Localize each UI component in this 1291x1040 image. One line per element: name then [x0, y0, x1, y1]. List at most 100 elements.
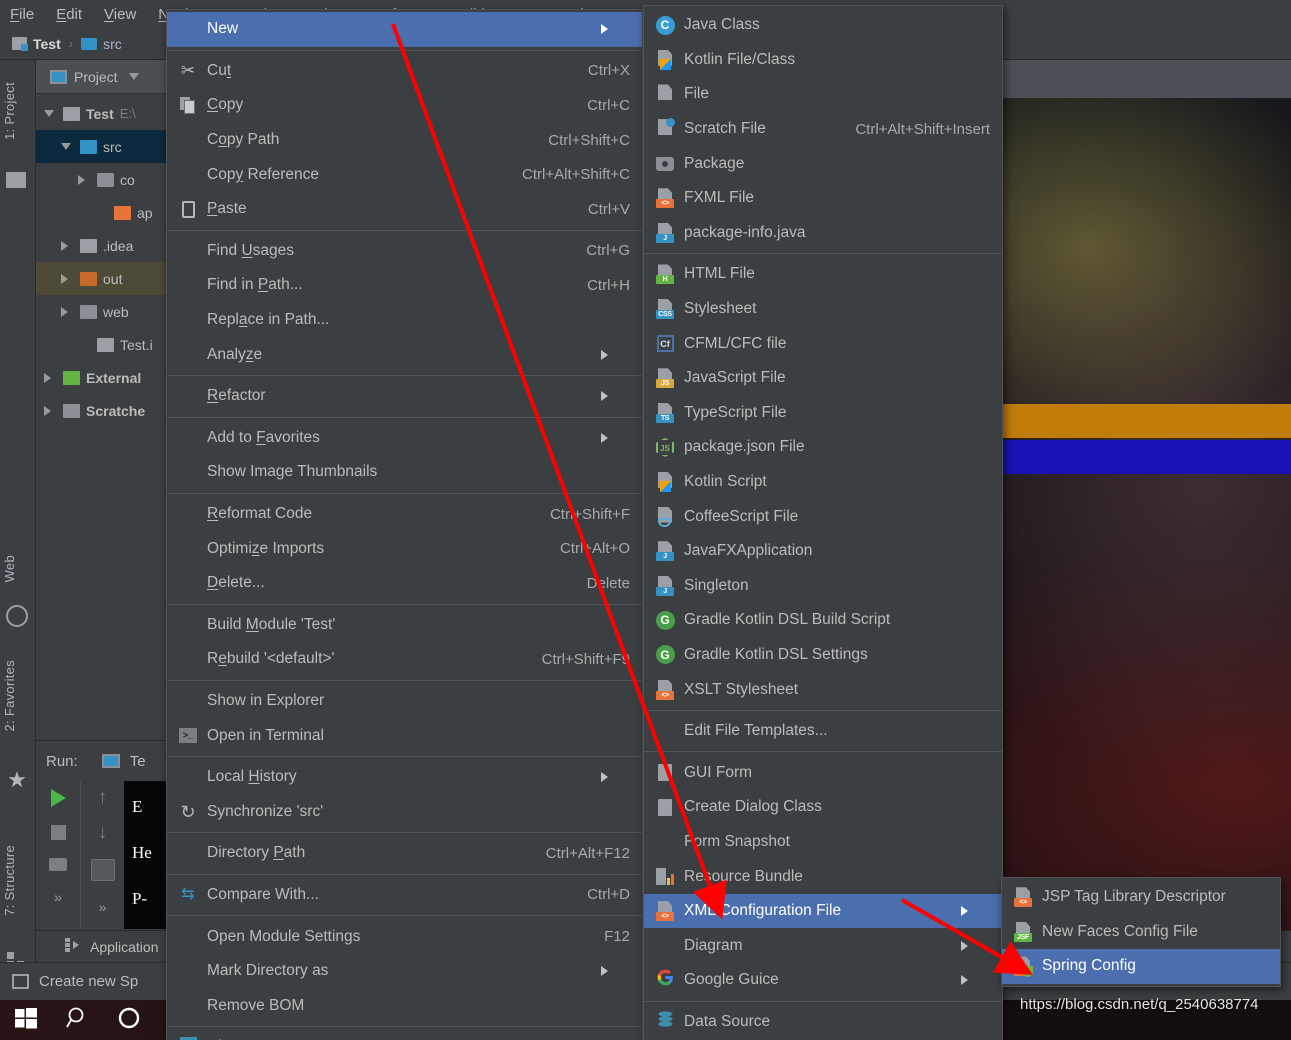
menu-item-copy-reference[interactable]: Copy Reference Ctrl+Alt+Shift+C	[167, 157, 642, 192]
menubar-item-file[interactable]: File	[10, 6, 34, 23]
menu-item-package-info-java[interactable]: Jpackage-info.java	[644, 216, 1002, 251]
more-icon[interactable]: »	[54, 889, 62, 905]
menu-item-directory-path[interactable]: Directory Path Ctrl+Alt+F12	[167, 836, 642, 871]
menu-item-local-history[interactable]: Local History	[167, 760, 642, 795]
menu-item-xslt-stylesheet[interactable]: <> XSLT Stylesheet	[644, 672, 1002, 707]
xml-configuration-submenu[interactable]: <> JSP Tag Library Descriptor JSF New Faces…	[1001, 877, 1281, 987]
soft-wrap-icon[interactable]	[90, 859, 115, 881]
breadcrumb-folder[interactable]: src	[81, 36, 122, 52]
tree-toggle[interactable]	[61, 306, 77, 317]
menu-item-singleton[interactable]: J Singleton	[644, 569, 1002, 604]
strip-label-web[interactable]: Web	[2, 555, 17, 582]
menu-item-form-snapshot[interactable]: Form Snapshot	[644, 825, 1002, 860]
menu-item-new-faces-config-file[interactable]: JSF New Faces Config File	[1002, 915, 1280, 950]
menu-item-reformat-code[interactable]: Reformat Code Ctrl+Shift+F	[167, 497, 642, 532]
tree-toggle[interactable]	[44, 110, 60, 117]
project-panel-header[interactable]: Project	[36, 60, 167, 94]
menu-item-coffeescript-file[interactable]: CoffeeScript File	[644, 499, 1002, 534]
tree-node-src[interactable]: src	[36, 130, 167, 163]
chevron-down-icon[interactable]	[128, 73, 139, 80]
arrow-down-icon[interactable]: ↓	[98, 823, 108, 842]
tool-window-strip[interactable]: 1: Project Web 2: Favorites ★ 7: Structu…	[0, 60, 36, 1022]
menu-item-open-module-settings[interactable]: Open Module Settings F12	[167, 919, 642, 954]
globe-icon[interactable]	[6, 605, 28, 627]
menubar-item-edit[interactable]: Edit	[56, 6, 82, 23]
project-folder-icon[interactable]	[6, 172, 26, 188]
tree-node-out[interactable]: out	[36, 262, 167, 295]
menu-item-cut[interactable]: ✂ Cut Ctrl+X	[167, 54, 642, 89]
menu-item-spring-config[interactable]: < Spring Config	[1002, 949, 1280, 984]
menu-item-build-module-test[interactable]: Build Module 'Test'	[167, 608, 642, 643]
menu-item-html-file[interactable]: H HTML File	[644, 257, 1002, 292]
menu-item-create-dialog-class[interactable]: Create Dialog Class	[644, 790, 1002, 825]
tree-toggle[interactable]	[44, 372, 60, 383]
project-tree[interactable]: Test E:\ src co ap .idea out web Test.i External S…	[36, 94, 167, 427]
menu-item-edit-file-templates[interactable]: Edit File Templates...	[644, 714, 1002, 749]
tree-node-web[interactable]: web	[36, 295, 167, 328]
menu-item-typescript-file[interactable]: TS TypeScript File	[644, 396, 1002, 431]
menu-item-gradle-kotlin-dsl-settings[interactable]: G Gradle Kotlin DSL Settings	[644, 638, 1002, 673]
menu-item-google-guice[interactable]: Google Guice	[644, 963, 1002, 998]
run-toolbar-left[interactable]: »	[36, 781, 80, 929]
menu-item-show-in-explorer[interactable]: Show in Explorer	[167, 684, 642, 719]
cortana-icon[interactable]	[116, 1005, 142, 1036]
menu-item-data-source[interactable]: Data Source	[644, 1005, 1002, 1040]
menu-item-copy-path[interactable]: Copy Path Ctrl+Shift+C	[167, 123, 642, 158]
run-panel-body[interactable]: » ↑ ↓ » E He P-	[36, 781, 167, 929]
tree-toggle[interactable]	[61, 273, 77, 284]
camera-icon[interactable]	[49, 858, 67, 871]
menu-item-stylesheet[interactable]: CSS Stylesheet	[644, 292, 1002, 327]
menu-item-xml-configuration-file[interactable]: <> XML Configuration File	[644, 893, 1002, 929]
tree-toggle[interactable]	[44, 405, 60, 416]
breadcrumb-project[interactable]: Test	[12, 36, 61, 52]
tree-toggle[interactable]	[61, 143, 77, 150]
menu-item-resource-bundle[interactable]: Resource Bundle	[644, 859, 1002, 894]
menu-item-replace-in-path[interactable]: Replace in Path...	[167, 303, 642, 338]
run-toolbar-right[interactable]: ↑ ↓ »	[80, 781, 124, 929]
menu-item-diagrams[interactable]: Diagrams	[167, 1030, 642, 1040]
windows-start-icon[interactable]	[14, 1006, 38, 1035]
menu-item-show-image-thumbnails[interactable]: Show Image Thumbnails	[167, 455, 642, 490]
tree-toggle[interactable]	[61, 240, 77, 251]
menu-item-paste[interactable]: Paste Ctrl+V	[167, 192, 642, 227]
menu-item-optimize-imports[interactable]: Optimize Imports Ctrl+Alt+O	[167, 531, 642, 566]
menu-item-mark-directory-as[interactable]: Mark Directory as	[167, 954, 642, 989]
run-tool-window[interactable]: Run: Te » ↑ ↓ » E He P-	[36, 740, 167, 930]
strip-label-project[interactable]: 1: Project	[2, 82, 17, 140]
tree-node-ap[interactable]: ap	[36, 196, 167, 229]
menu-item-analyze[interactable]: Analyze	[167, 337, 642, 372]
menu-item-jsp-tag-library-descriptor[interactable]: <> JSP Tag Library Descriptor	[1002, 880, 1280, 915]
tree-node-idea[interactable]: .idea	[36, 229, 167, 262]
run-console[interactable]: E He P-	[124, 781, 167, 929]
menu-item-gradle-kotlin-dsl-build-script[interactable]: G Gradle Kotlin DSL Build Script	[644, 603, 1002, 638]
tree-node-test[interactable]: Test E:\	[36, 97, 167, 130]
stop-icon[interactable]	[50, 825, 66, 840]
project-tool-window[interactable]: Project Test E:\ src co ap .idea out web Test.i E…	[36, 60, 167, 754]
tree-node-co[interactable]: co	[36, 163, 167, 196]
menu-item-file[interactable]: File	[644, 77, 1002, 112]
menu-item-find-in-path[interactable]: Find in Path... Ctrl+H	[167, 268, 642, 303]
menu-item-kotlin-script[interactable]: Kotlin Script	[644, 465, 1002, 500]
star-icon[interactable]: ★	[6, 769, 28, 792]
more-icon[interactable]: »	[99, 899, 107, 915]
menu-item-package-json-file[interactable]: JS package.json File	[644, 430, 1002, 465]
menu-item-find-usages[interactable]: Find Usages Ctrl+G	[167, 234, 642, 269]
menu-item-rebuild-default[interactable]: Rebuild '<default>' Ctrl+Shift+F9	[167, 642, 642, 677]
menu-item-diagram[interactable]: Diagram	[644, 928, 1002, 963]
context-menu[interactable]: New ✂ Cut Ctrl+X Copy Ctrl+C Copy Path Ctrl+Shi…	[166, 9, 643, 1040]
tree-toggle[interactable]	[78, 174, 94, 185]
menu-item-open-in-terminal[interactable]: >_ Open in Terminal	[167, 718, 642, 753]
tree-node-test-i[interactable]: Test.i	[36, 328, 167, 361]
run-config-name[interactable]: Te	[130, 753, 146, 770]
run-icon[interactable]	[50, 789, 66, 807]
menu-item-delete[interactable]: Delete... Delete	[167, 566, 642, 601]
menu-item-package[interactable]: Package	[644, 146, 1002, 181]
menu-item-scratch-file[interactable]: Scratch File Ctrl+Alt+Shift+Insert	[644, 112, 1002, 147]
menu-item-gui-form[interactable]: GUI Form	[644, 755, 1002, 790]
search-icon[interactable]	[64, 1005, 90, 1036]
menu-item-add-to-favorites[interactable]: Add to Favorites	[167, 421, 642, 456]
menu-item-java-class[interactable]: C Java Class	[644, 8, 1002, 43]
menu-item-kotlin-file-class[interactable]: Kotlin File/Class	[644, 43, 1002, 78]
menu-item-synchronize-src[interactable]: ↻ Synchronize 'src'	[167, 794, 642, 829]
arrow-up-icon[interactable]: ↑	[98, 788, 108, 807]
